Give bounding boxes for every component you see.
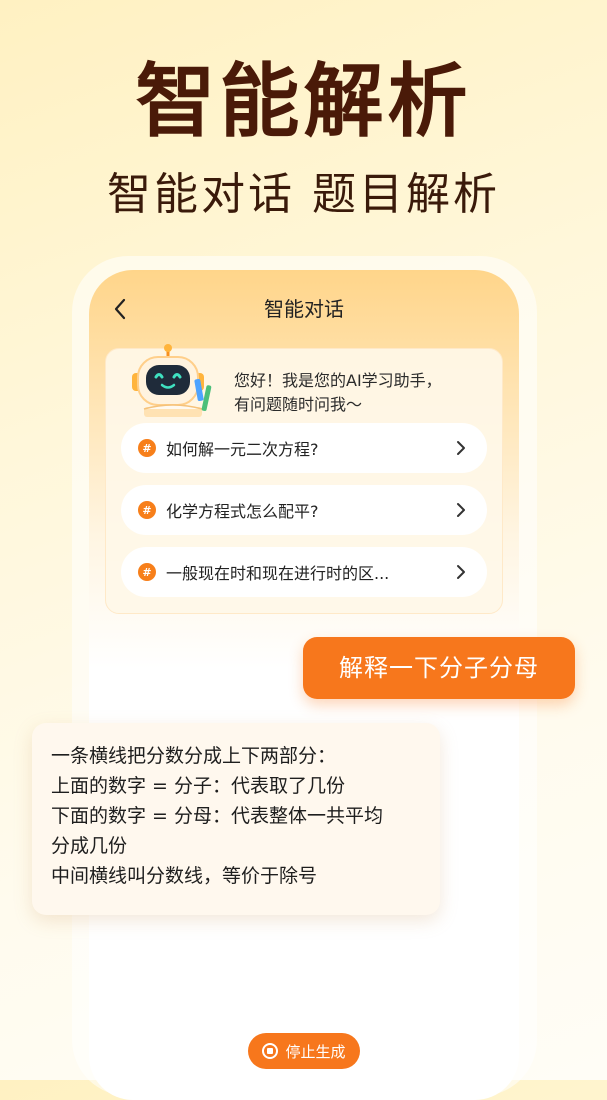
greeting-line-2: 有问题随时问我～ [234, 395, 363, 414]
greeting-line-1: 您好！我是您的AI学习助手， [234, 371, 442, 390]
ai-reply-bubble: 一条横线把分数分成上下两部分： 上面的数字 = 分子：代表取了几份 下面的数字 … [32, 723, 440, 915]
ai-reply-line: 一条横线把分数分成上下两部分： [51, 745, 337, 767]
page-title: 智能对话 [264, 297, 344, 321]
headline: 智能解析 [135, 55, 472, 148]
stop-generating-button[interactable]: 停止生成 [248, 1033, 360, 1069]
subline: 智能对话 题目解析 [107, 169, 500, 220]
chevron-right-icon [451, 438, 471, 458]
suggestion-text: 如何解一元二次方程? [166, 440, 319, 459]
suggestion-item-3[interactable]: # 一般现在时和现在进行时的区... [121, 547, 487, 597]
ai-reply-line: 下面的数字 = 分母：代表整体一共平均 [51, 805, 383, 827]
suggestion-text: 一般现在时和现在进行时的区... [166, 564, 390, 583]
robot-mascot-icon [132, 344, 212, 417]
stop-icon [262, 1043, 279, 1059]
user-message-bubble: 解释一下分子分母 [303, 637, 575, 699]
welcome-card: 您好！我是您的AI学习助手， 有问题随时问我～ # 如何解一元二次方程? # 化… [105, 344, 503, 614]
hash-badge-icon: # [138, 501, 156, 519]
suggestion-item-2[interactable]: # 化学方程式怎么配平? [121, 485, 487, 535]
ai-reply-line: 上面的数字 = 分子：代表取了几份 [51, 775, 345, 797]
chevron-right-icon [451, 500, 471, 520]
suggestion-item-1[interactable]: # 如何解一元二次方程? [121, 423, 487, 473]
stop-label: 停止生成 [285, 1042, 346, 1061]
suggestion-text: 化学方程式怎么配平? [166, 502, 319, 521]
greeting-text: 您好！我是您的AI学习助手， 有问题随时问我～ [234, 369, 484, 417]
ai-reply-text: 一条横线把分数分成上下两部分： 上面的数字 = 分子：代表取了几份 下面的数字 … [51, 741, 431, 891]
ai-reply-line: 分成几份 [51, 835, 128, 857]
chevron-right-icon [451, 562, 471, 582]
hash-badge-icon: # [138, 439, 156, 457]
ai-reply-line: 中间横线叫分数线，等价于除号 [51, 865, 318, 887]
hash-badge-icon: # [138, 563, 156, 581]
